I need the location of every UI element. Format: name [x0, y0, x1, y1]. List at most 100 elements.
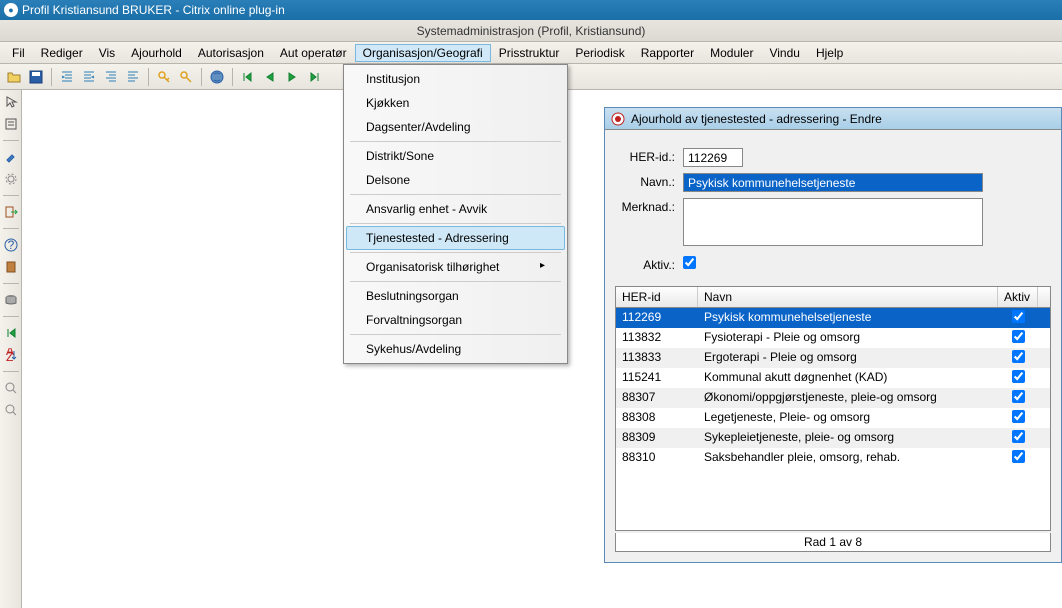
menu-autorisasjon[interactable]: Autorisasjon	[190, 44, 272, 62]
dropdown-forvaltningsorgan[interactable]: Forvaltningsorgan	[346, 308, 565, 332]
aktiv-row-checkbox[interactable]	[1012, 310, 1025, 323]
menu-vindu[interactable]: Vindu	[761, 44, 807, 62]
dropdown-sep	[350, 141, 561, 142]
grid-header-aktiv[interactable]: Aktiv	[998, 287, 1038, 307]
aktiv-row-checkbox[interactable]	[1012, 330, 1025, 343]
her-id-input[interactable]	[683, 148, 743, 167]
key-alt-icon[interactable]	[176, 67, 196, 87]
aktiv-row-checkbox[interactable]	[1012, 350, 1025, 363]
menu-organisasjon-geografi[interactable]: Organisasjon/Geografi	[355, 44, 491, 62]
table-row[interactable]: 115241Kommunal akutt døgnenhet (KAD)	[616, 368, 1050, 388]
save-icon[interactable]	[26, 67, 46, 87]
grid-header-navn[interactable]: Navn	[698, 287, 998, 307]
form-icon[interactable]	[3, 116, 19, 132]
table-row[interactable]: 112269Psykisk kommunehelsetjeneste	[616, 308, 1050, 328]
menu-aut-operator[interactable]: Aut operatør	[272, 44, 355, 62]
grid-header-herid[interactable]: HER-id	[616, 287, 698, 307]
help-icon[interactable]: ?	[3, 237, 19, 253]
menu-periodisk[interactable]: Periodisk	[567, 44, 632, 62]
gear-icon[interactable]	[3, 171, 19, 187]
table-row[interactable]: 113832Fysioterapi - Pleie og omsorg	[616, 328, 1050, 348]
cell-herid: 88307	[616, 388, 698, 408]
merknad-textarea[interactable]	[683, 198, 983, 246]
aktiv-row-checkbox[interactable]	[1012, 390, 1025, 403]
menu-moduler[interactable]: Moduler	[702, 44, 761, 62]
pointer-icon[interactable]	[3, 94, 19, 110]
aktiv-label: Aktiv.:	[615, 256, 683, 272]
db-icon[interactable]	[3, 292, 19, 308]
paint-icon[interactable]	[3, 149, 19, 165]
cell-navn: Legetjeneste, Pleie- og omsorg	[698, 408, 998, 428]
indent-right-icon[interactable]	[79, 67, 99, 87]
side-sep	[3, 195, 19, 196]
menu-rediger[interactable]: Rediger	[33, 44, 91, 62]
table-row[interactable]: 88310Saksbehandler pleie, omsorg, rehab.	[616, 448, 1050, 468]
svg-text:?: ?	[7, 238, 14, 252]
cell-herid: 88308	[616, 408, 698, 428]
table-row[interactable]: 88309Sykepleietjeneste, pleie- og omsorg	[616, 428, 1050, 448]
menu-fil[interactable]: Fil	[4, 44, 33, 62]
dropdown-organisatorisk-tilhorighet[interactable]: Organisatorisk tilhørighet	[346, 255, 565, 279]
dropdown-institusjon[interactable]: Institusjon	[346, 67, 565, 91]
table-row[interactable]: 88308Legetjeneste, Pleie- og omsorg	[616, 408, 1050, 428]
subtitle: Systemadministrasjon (Profil, Kristiansu…	[0, 20, 1062, 42]
first-icon[interactable]	[238, 67, 258, 87]
dropdown-sykehus-avdeling[interactable]: Sykehus/Avdeling	[346, 337, 565, 361]
toolbar-sep	[232, 68, 233, 86]
indent-alt1-icon[interactable]	[101, 67, 121, 87]
play-icon[interactable]	[3, 325, 19, 341]
sub-window: Ajourhold av tjenestested - adressering …	[604, 107, 1062, 563]
titlebar-text: Profil Kristiansund BRUKER - Citrix onli…	[22, 3, 285, 17]
cell-aktiv	[998, 368, 1038, 388]
globe-icon[interactable]	[207, 67, 227, 87]
aktiv-checkbox[interactable]	[683, 256, 696, 269]
sub-window-icon	[611, 112, 625, 126]
dropdown-sep	[350, 281, 561, 282]
dropdown-kjokken[interactable]: Kjøkken	[346, 91, 565, 115]
prev-icon[interactable]	[260, 67, 280, 87]
her-id-label: HER-id.:	[615, 148, 683, 164]
aktiv-row-checkbox[interactable]	[1012, 370, 1025, 383]
cell-navn: Psykisk kommunehelsetjeneste	[698, 308, 998, 328]
cell-herid: 113832	[616, 328, 698, 348]
dropdown-sep	[350, 334, 561, 335]
dropdown-dagsenter-avdeling[interactable]: Dagsenter/Avdeling	[346, 115, 565, 139]
dropdown-ansvarlig-enhet-avvik[interactable]: Ansvarlig enhet - Avvik	[346, 197, 565, 221]
sub-content: HER-id.: Navn.: Merknad.: Aktiv.: HER-id…	[605, 130, 1061, 562]
aktiv-row-checkbox[interactable]	[1012, 410, 1025, 423]
last-icon[interactable]	[304, 67, 324, 87]
dropdown-sep	[350, 223, 561, 224]
cell-navn: Ergoterapi - Pleie og omsorg	[698, 348, 998, 368]
indent-left-icon[interactable]	[57, 67, 77, 87]
sort-icon[interactable]: AZ	[3, 347, 19, 363]
aktiv-row-checkbox[interactable]	[1012, 430, 1025, 443]
menu-vis[interactable]: Vis	[91, 44, 123, 62]
dropdown-tjenestested-adressering[interactable]: Tjenestested - Adressering	[346, 226, 565, 250]
side-sep	[3, 140, 19, 141]
table-row[interactable]: 113833Ergoterapi - Pleie og omsorg	[616, 348, 1050, 368]
menu-rapporter[interactable]: Rapporter	[633, 44, 702, 62]
cell-herid: 113833	[616, 348, 698, 368]
navn-input[interactable]	[683, 173, 983, 192]
menu-hjelp[interactable]: Hjelp	[808, 44, 851, 62]
table-row[interactable]: 88307Økonomi/oppgjørstjeneste, pleie-og …	[616, 388, 1050, 408]
menu-ajourhold[interactable]: Ajourhold	[123, 44, 190, 62]
dropdown-beslutningsorgan[interactable]: Beslutningsorgan	[346, 284, 565, 308]
aktiv-row-checkbox[interactable]	[1012, 450, 1025, 463]
merknad-label: Merknad.:	[615, 198, 683, 214]
cell-herid: 115241	[616, 368, 698, 388]
zoom-out-icon[interactable]	[3, 402, 19, 418]
menu-prisstruktur[interactable]: Prisstruktur	[491, 44, 568, 62]
dropdown-sep	[350, 252, 561, 253]
book-icon[interactable]	[3, 259, 19, 275]
zoom-in-icon[interactable]	[3, 380, 19, 396]
dropdown-sep	[350, 194, 561, 195]
next-icon[interactable]	[282, 67, 302, 87]
exit-icon[interactable]	[3, 204, 19, 220]
key-icon[interactable]	[154, 67, 174, 87]
open-icon[interactable]	[4, 67, 24, 87]
side-toolbar: ? AZ	[0, 90, 22, 608]
dropdown-distrikt-sone[interactable]: Distrikt/Sone	[346, 144, 565, 168]
indent-alt2-icon[interactable]	[123, 67, 143, 87]
dropdown-delsone[interactable]: Delsone	[346, 168, 565, 192]
